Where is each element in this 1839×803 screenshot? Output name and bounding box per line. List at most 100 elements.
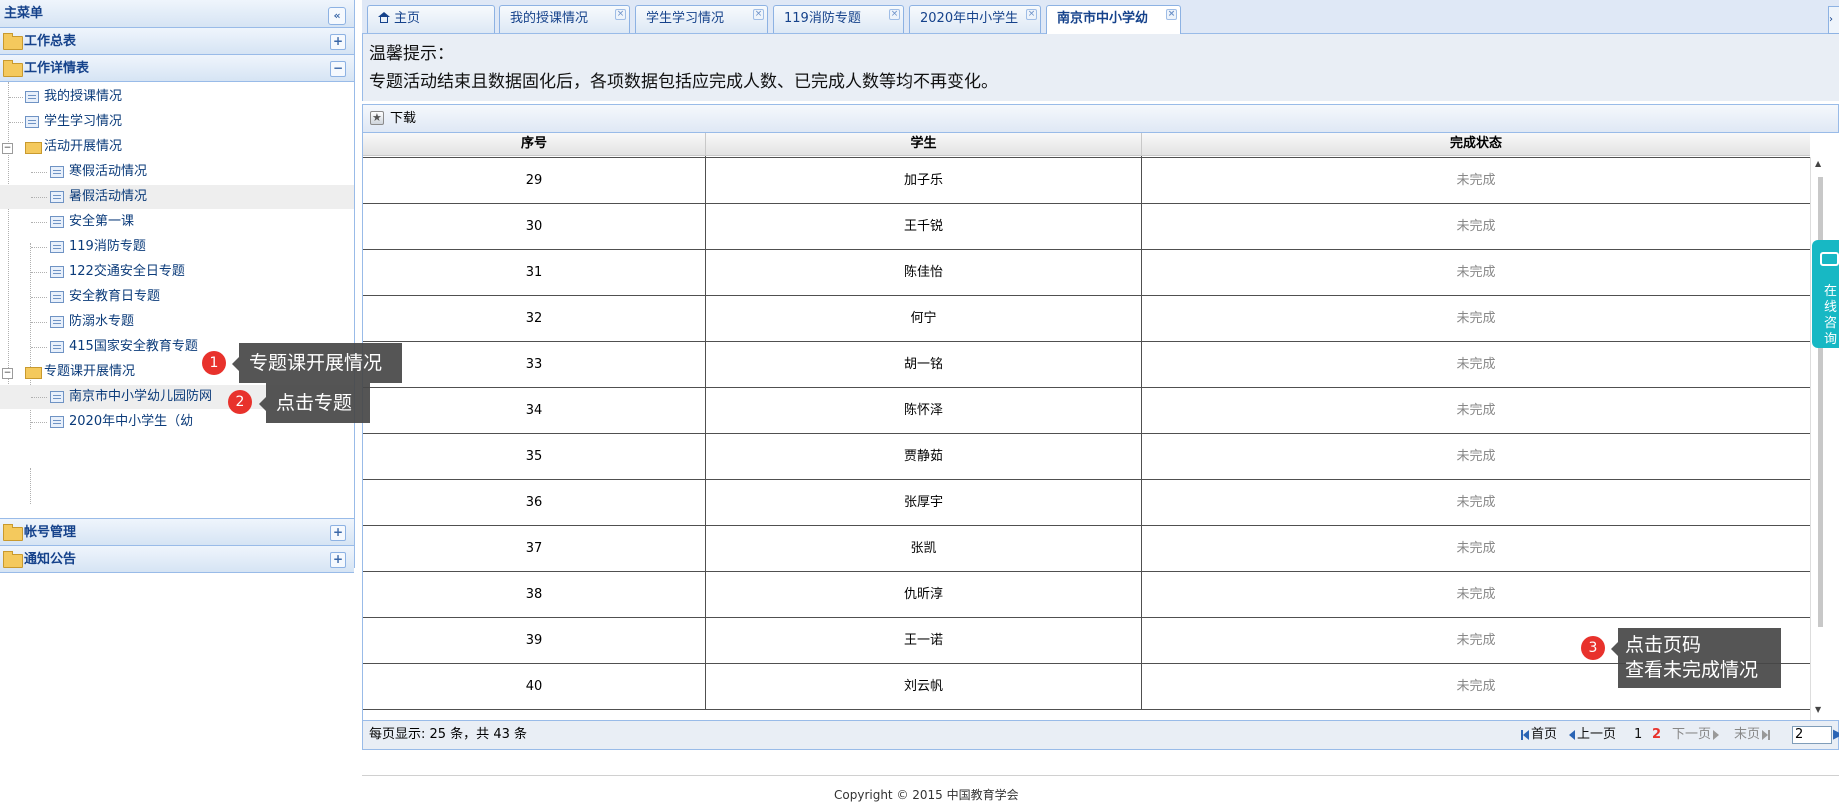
tree-item-label: 2020年中小学生（幼	[69, 414, 194, 429]
tree-item-summer[interactable]: 暑假活动情况	[0, 185, 354, 209]
tab-nanjing-topic[interactable]: 南京市中小学幼 ×	[1046, 5, 1181, 34]
column-header-no[interactable]: 序号	[363, 133, 706, 155]
tree-item-traffic-122[interactable]: 122交通安全日专题	[0, 260, 354, 284]
work-detail-tree: 我的授课情况 学生学习情况 − 活动开展情况 寒假活动情况 暑假活动情况 安全第…	[0, 82, 354, 519]
table-row[interactable]: 32 何宁 未完成	[363, 296, 1810, 342]
folder-icon	[3, 524, 23, 541]
cell-no: 35	[363, 434, 706, 479]
tab-fire-119[interactable]: 119消防专题 ×	[773, 5, 904, 33]
first-page-button[interactable]: 首页	[1521, 721, 1557, 749]
table-row[interactable]: 33 胡一铭 未完成	[363, 342, 1810, 388]
tab-student-learning[interactable]: 学生学习情况 ×	[635, 5, 768, 33]
page-1-link[interactable]: 1	[1634, 721, 1642, 749]
tab-scroll-right-icon[interactable]: ›	[1828, 6, 1839, 34]
table-row[interactable]: 40 刘云帆 未完成	[363, 664, 1810, 710]
column-header-student[interactable]: 学生	[706, 133, 1142, 155]
prev-page-button[interactable]: 上一页	[1569, 721, 1616, 749]
document-icon	[25, 116, 39, 128]
scroll-down-icon[interactable]: ▼	[1815, 705, 1821, 714]
section-work-detail[interactable]: 工作详情表 −	[0, 55, 354, 82]
last-page-button[interactable]: 末页	[1734, 721, 1771, 749]
online-consult-button[interactable]: 在线咨询	[1812, 240, 1839, 348]
tree-item-safety-first[interactable]: 安全第一课	[0, 210, 354, 234]
tab-2020-students[interactable]: 2020年中小学生 ×	[909, 5, 1041, 33]
tree-item-label: 防溺水专题	[69, 314, 135, 329]
collapse-node-icon[interactable]: −	[2, 368, 13, 379]
cell-status: 未完成	[1142, 158, 1810, 203]
column-header-status[interactable]: 完成状态	[1142, 133, 1810, 155]
download-label: 下载	[390, 111, 417, 126]
expand-icon[interactable]: +	[330, 552, 346, 568]
tooltip-click-topic: 点击专题	[259, 383, 370, 423]
collapse-sidebar-icon[interactable]: «	[328, 7, 346, 25]
go-page-icon[interactable]: ▶	[1833, 721, 1839, 749]
close-icon[interactable]: ×	[1026, 9, 1037, 20]
collapse-node-icon[interactable]: −	[2, 143, 13, 154]
section-notice-label: 通知公告	[24, 552, 77, 567]
table-row[interactable]: 34 陈怀泽 未完成	[363, 388, 1810, 434]
cell-no: 29	[363, 158, 706, 203]
cell-student: 张凯	[706, 526, 1142, 571]
tab-label: 119消防专题	[784, 11, 861, 26]
tab-bar: 主页 我的授课情况 × 学生学习情况 × 119消防专题 × 2020年中小学生…	[362, 0, 1839, 34]
section-notice[interactable]: 通知公告 +	[0, 546, 354, 573]
cell-student: 陈怀泽	[706, 388, 1142, 433]
tooltip-click-page: 点击页码 查看未完成情况	[1611, 628, 1781, 688]
tree-item-student-learning[interactable]: 学生学习情况	[0, 110, 354, 134]
close-icon[interactable]: ×	[889, 9, 900, 20]
cell-status: 未完成	[1142, 434, 1810, 479]
tab-label: 2020年中小学生	[920, 11, 1019, 26]
expand-icon[interactable]: +	[330, 34, 346, 50]
table-row[interactable]: 37 张凯 未完成	[363, 526, 1810, 572]
notice-text: 专题活动结束且数据固化后，各项数据包括应完成人数、已完成人数等均不再变化。	[369, 72, 998, 92]
collapse-icon[interactable]: −	[330, 61, 346, 77]
tree-item-label: 专题课开展情况	[44, 364, 136, 379]
table-row[interactable]: 30 王千锐 未完成	[363, 204, 1810, 250]
page-number-input[interactable]	[1792, 726, 1832, 744]
grid-header: 序号 学生 完成状态	[363, 133, 1810, 156]
folder-icon	[25, 142, 42, 154]
cell-status: 未完成	[1142, 296, 1810, 341]
prev-page-icon	[1569, 729, 1575, 740]
footer-divider	[362, 775, 1839, 776]
close-icon[interactable]: ×	[615, 9, 626, 20]
tree-item-label: 寒假活动情况	[69, 164, 148, 179]
tree-item-fire-119[interactable]: 119消防专题	[0, 235, 354, 259]
cell-no: 39	[363, 618, 706, 663]
tree-item-my-courses[interactable]: 我的授课情况	[0, 85, 354, 109]
tab-my-courses[interactable]: 我的授课情况 ×	[499, 5, 630, 33]
section-account[interactable]: 帐号管理 +	[0, 519, 354, 546]
folder-icon	[3, 33, 23, 50]
pager: 每页显示: 25 条，共 43 条 首页 上一页 1 2 下一页 末页 ▶	[362, 720, 1839, 750]
section-work-summary-label: 工作总表	[24, 34, 77, 49]
cell-student: 陈佳怡	[706, 250, 1142, 295]
scroll-up-icon[interactable]: ▲	[1815, 159, 1821, 168]
cell-student: 胡一铭	[706, 342, 1142, 387]
table-row[interactable]: 35 贾静茹 未完成	[363, 434, 1810, 480]
expand-icon[interactable]: +	[330, 525, 346, 541]
table-row[interactable]: 36 张厚宇 未完成	[363, 480, 1810, 526]
section-work-summary[interactable]: 工作总表 +	[0, 28, 354, 55]
table-row[interactable]: 29 加子乐 未完成	[363, 158, 1810, 204]
page-2-current: 2	[1652, 727, 1662, 742]
cell-no: 33	[363, 342, 706, 387]
cell-student: 仇昕淳	[706, 572, 1142, 617]
main-menu-header: 主菜单 «	[0, 0, 354, 28]
tree-item-activities[interactable]: − 活动开展情况	[0, 135, 354, 159]
close-icon[interactable]: ×	[753, 9, 764, 20]
tree-item-winter[interactable]: 寒假活动情况	[0, 160, 354, 184]
tab-label: 我的授课情况	[510, 11, 589, 26]
document-icon	[50, 191, 64, 203]
tab-home[interactable]: 主页	[367, 5, 495, 33]
document-icon	[50, 291, 64, 303]
tree-item-safety-day[interactable]: 安全教育日专题	[0, 285, 354, 309]
tree-item-drowning[interactable]: 防溺水专题	[0, 310, 354, 334]
close-icon[interactable]: ×	[1166, 9, 1177, 20]
document-icon	[50, 166, 64, 178]
next-page-button[interactable]: 下一页	[1672, 721, 1720, 749]
table-row[interactable]: 31 陈佳怡 未完成	[363, 250, 1810, 296]
download-button[interactable]: 下载	[368, 108, 417, 129]
table-row[interactable]: 38 仇昕淳 未完成	[363, 572, 1810, 618]
cell-status: 未完成	[1142, 388, 1810, 433]
tree-item-label: 415国家安全教育专题	[69, 339, 198, 354]
